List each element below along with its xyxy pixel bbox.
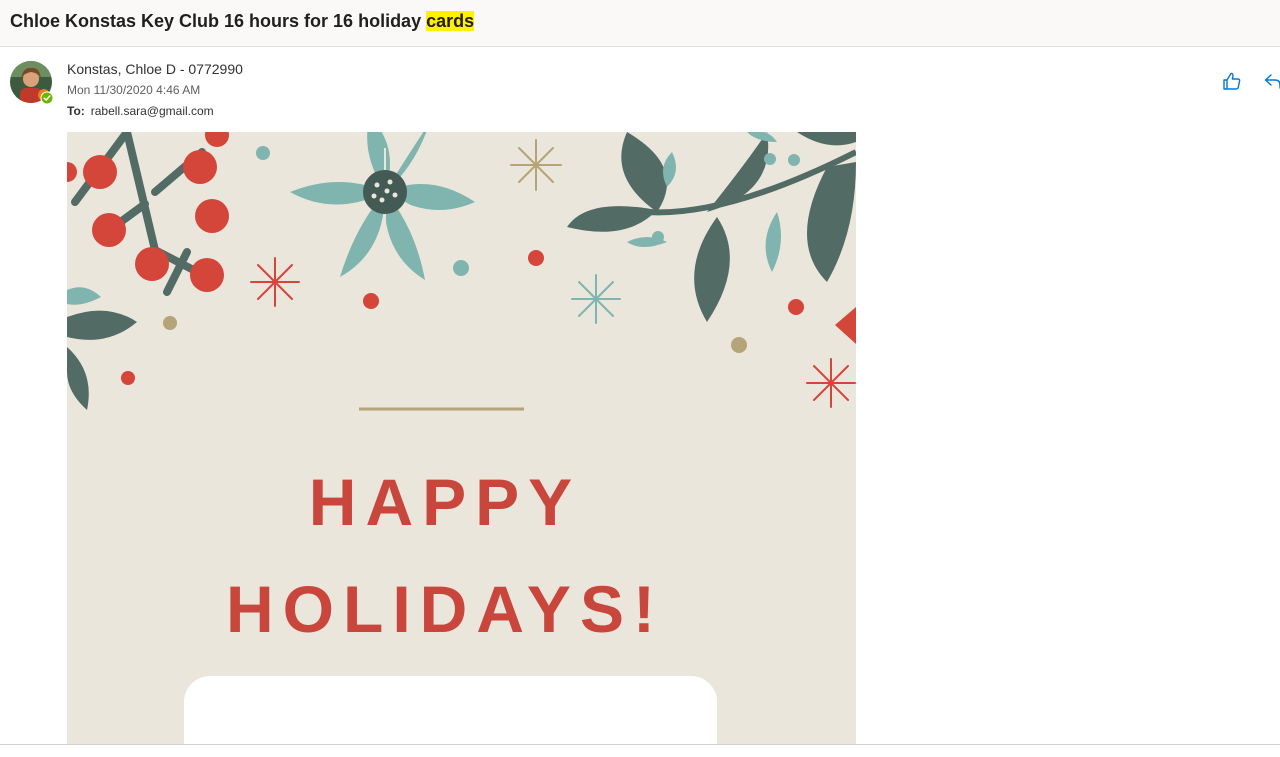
thumbs-up-icon <box>1223 72 1241 90</box>
email-subject: Chloe Konstas Key Club 16 hours for 16 h… <box>10 11 475 32</box>
divider <box>0 744 1280 745</box>
subject-bar: Chloe Konstas Key Club 16 hours for 16 h… <box>0 0 1280 47</box>
presence-available-icon <box>40 91 54 105</box>
to-label: To: <box>67 104 85 118</box>
sender-name[interactable]: Konstas, Chloe D - 0772990 <box>67 61 243 77</box>
like-button[interactable] <box>1221 70 1243 92</box>
recipient-address[interactable]: rabell.sara@gmail.com <box>91 104 214 118</box>
recipient-line: To: rabell.sara@gmail.com <box>67 104 214 118</box>
search-highlight: cards <box>426 11 475 31</box>
card-headline-holidays: HOLIDAYS! <box>226 572 664 646</box>
holiday-card-image: HAPPY HOLIDAYS! <box>67 132 856 744</box>
sent-date: Mon 11/30/2020 4:46 AM <box>67 83 201 97</box>
reply-button[interactable] <box>1262 70 1280 92</box>
reply-icon <box>1264 74 1280 89</box>
subject-text: Chloe Konstas Key Club 16 hours for 16 h… <box>10 11 427 31</box>
card-headline-happy: HAPPY <box>309 465 581 539</box>
